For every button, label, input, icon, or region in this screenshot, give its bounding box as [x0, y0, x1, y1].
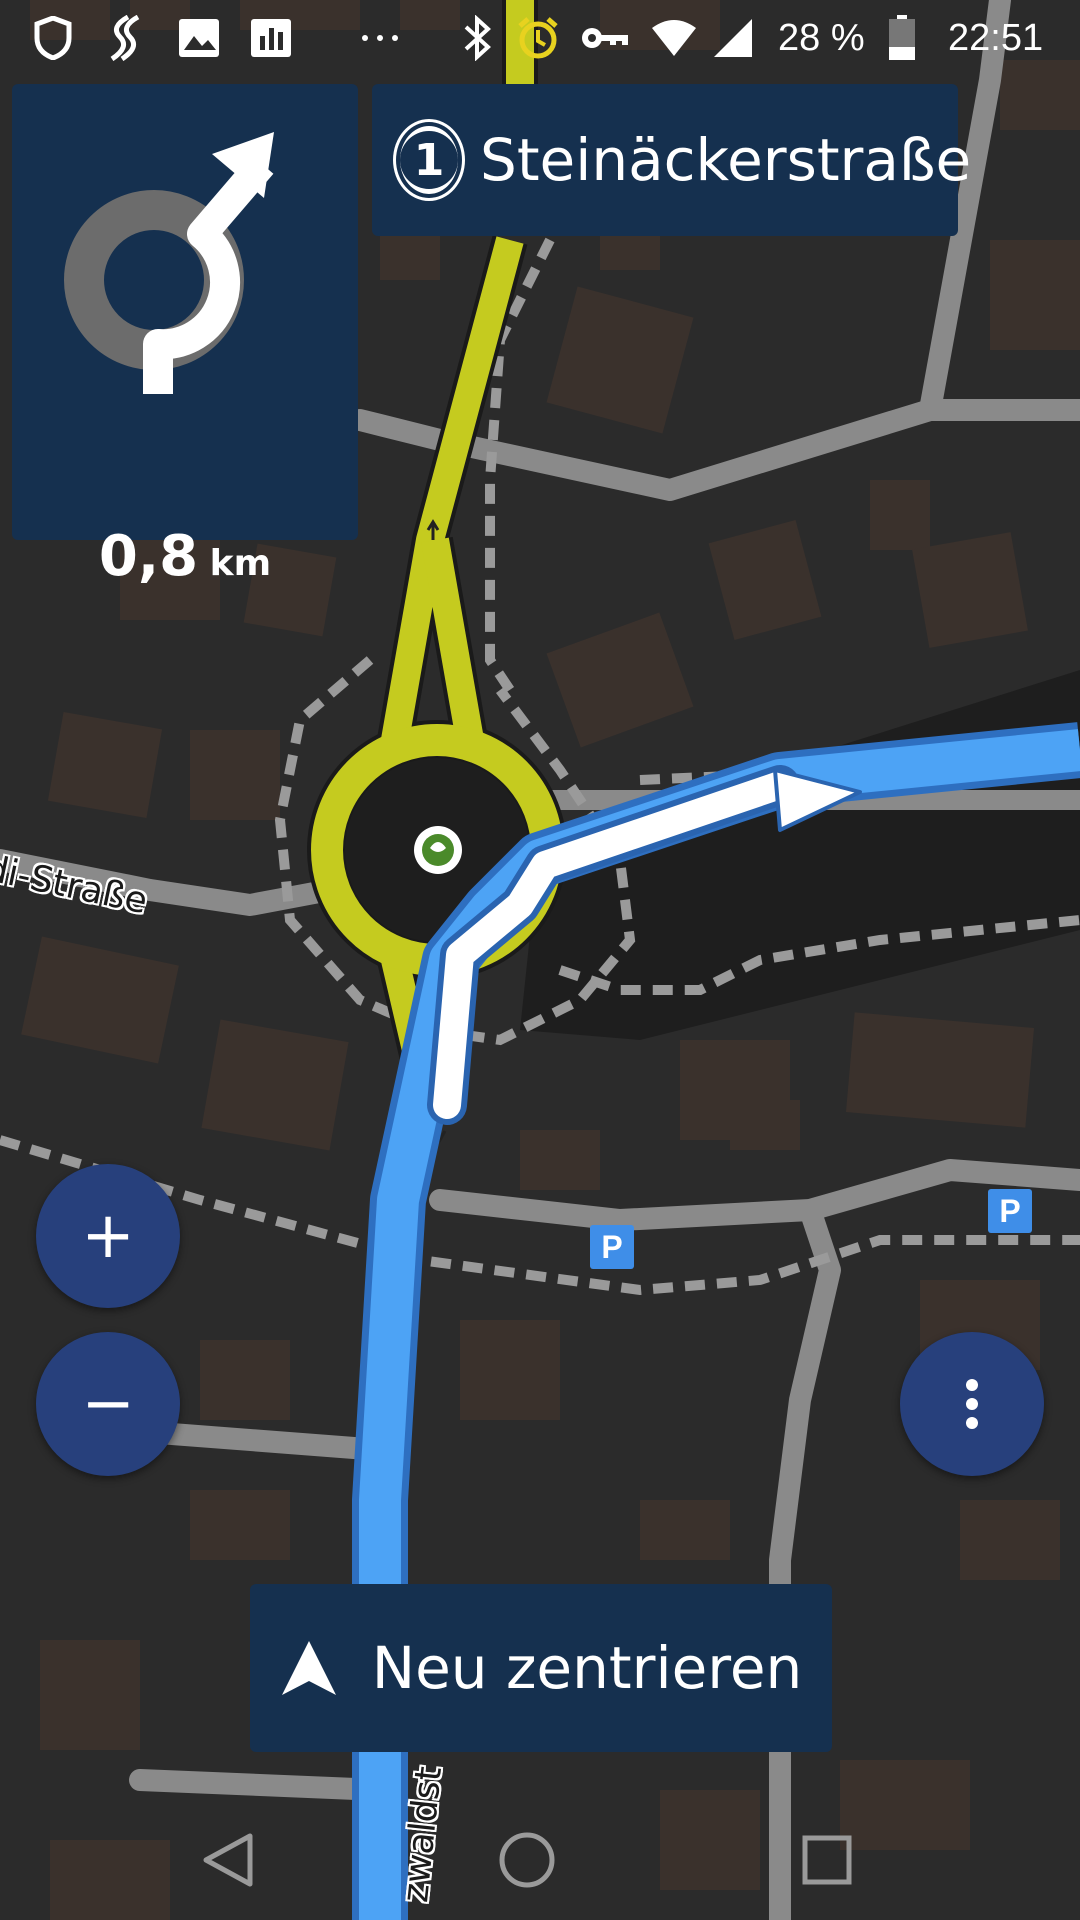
- vpn-key-icon: [580, 10, 630, 66]
- more-vert-icon: [966, 1379, 978, 1429]
- exit-number-badge: 1: [396, 122, 462, 198]
- next-street-name: Steinäckerstraße: [480, 126, 972, 194]
- status-bar: 28 % 22:51: [0, 0, 1080, 80]
- exit-number: 1: [413, 134, 445, 186]
- more-dots-icon: [360, 10, 400, 66]
- image-icon: [178, 10, 220, 66]
- zoom-in-button[interactable]: +: [36, 1164, 180, 1308]
- recenter-button[interactable]: Neu zentrieren: [250, 1584, 832, 1752]
- parking-marker[interactable]: P: [988, 1189, 1032, 1233]
- distance-value: 0,8: [98, 524, 199, 589]
- menu-button[interactable]: [900, 1332, 1044, 1476]
- home-button[interactable]: [482, 1820, 572, 1900]
- signal-icon: [712, 10, 754, 66]
- chart-icon: [250, 10, 292, 66]
- roundabout-exit-icon: [64, 132, 274, 394]
- zoom-out-button[interactable]: −: [36, 1332, 180, 1476]
- battery-percent: 28 %: [778, 16, 865, 59]
- plus-icon: +: [81, 1199, 135, 1273]
- recents-button[interactable]: [782, 1820, 872, 1900]
- recenter-label: Neu zentrieren: [371, 1634, 803, 1702]
- shield-icon: [34, 10, 72, 66]
- recents-square-icon: [802, 1835, 852, 1885]
- wifi-icon: [650, 10, 698, 66]
- alarm-icon: [516, 10, 560, 66]
- system-nav-bar: [0, 1800, 1080, 1920]
- back-triangle-icon: [203, 1833, 253, 1887]
- navigation-arrow-icon: [281, 1641, 336, 1695]
- clock: 22:51: [948, 16, 1044, 59]
- route-icon: [106, 10, 142, 66]
- back-button[interactable]: [183, 1820, 273, 1900]
- maneuver-card[interactable]: 0,8 km: [12, 84, 358, 589]
- next-street-card[interactable]: 1 Steinäckerstraße: [372, 84, 971, 236]
- home-circle-icon: [499, 1832, 555, 1888]
- parking-marker[interactable]: P: [590, 1225, 634, 1269]
- bluetooth-icon: [462, 10, 492, 66]
- battery-icon: [888, 10, 916, 66]
- distance-unit: km: [209, 543, 272, 584]
- maneuver-distance: 0,8 km: [12, 524, 358, 589]
- minus-icon: −: [81, 1367, 135, 1441]
